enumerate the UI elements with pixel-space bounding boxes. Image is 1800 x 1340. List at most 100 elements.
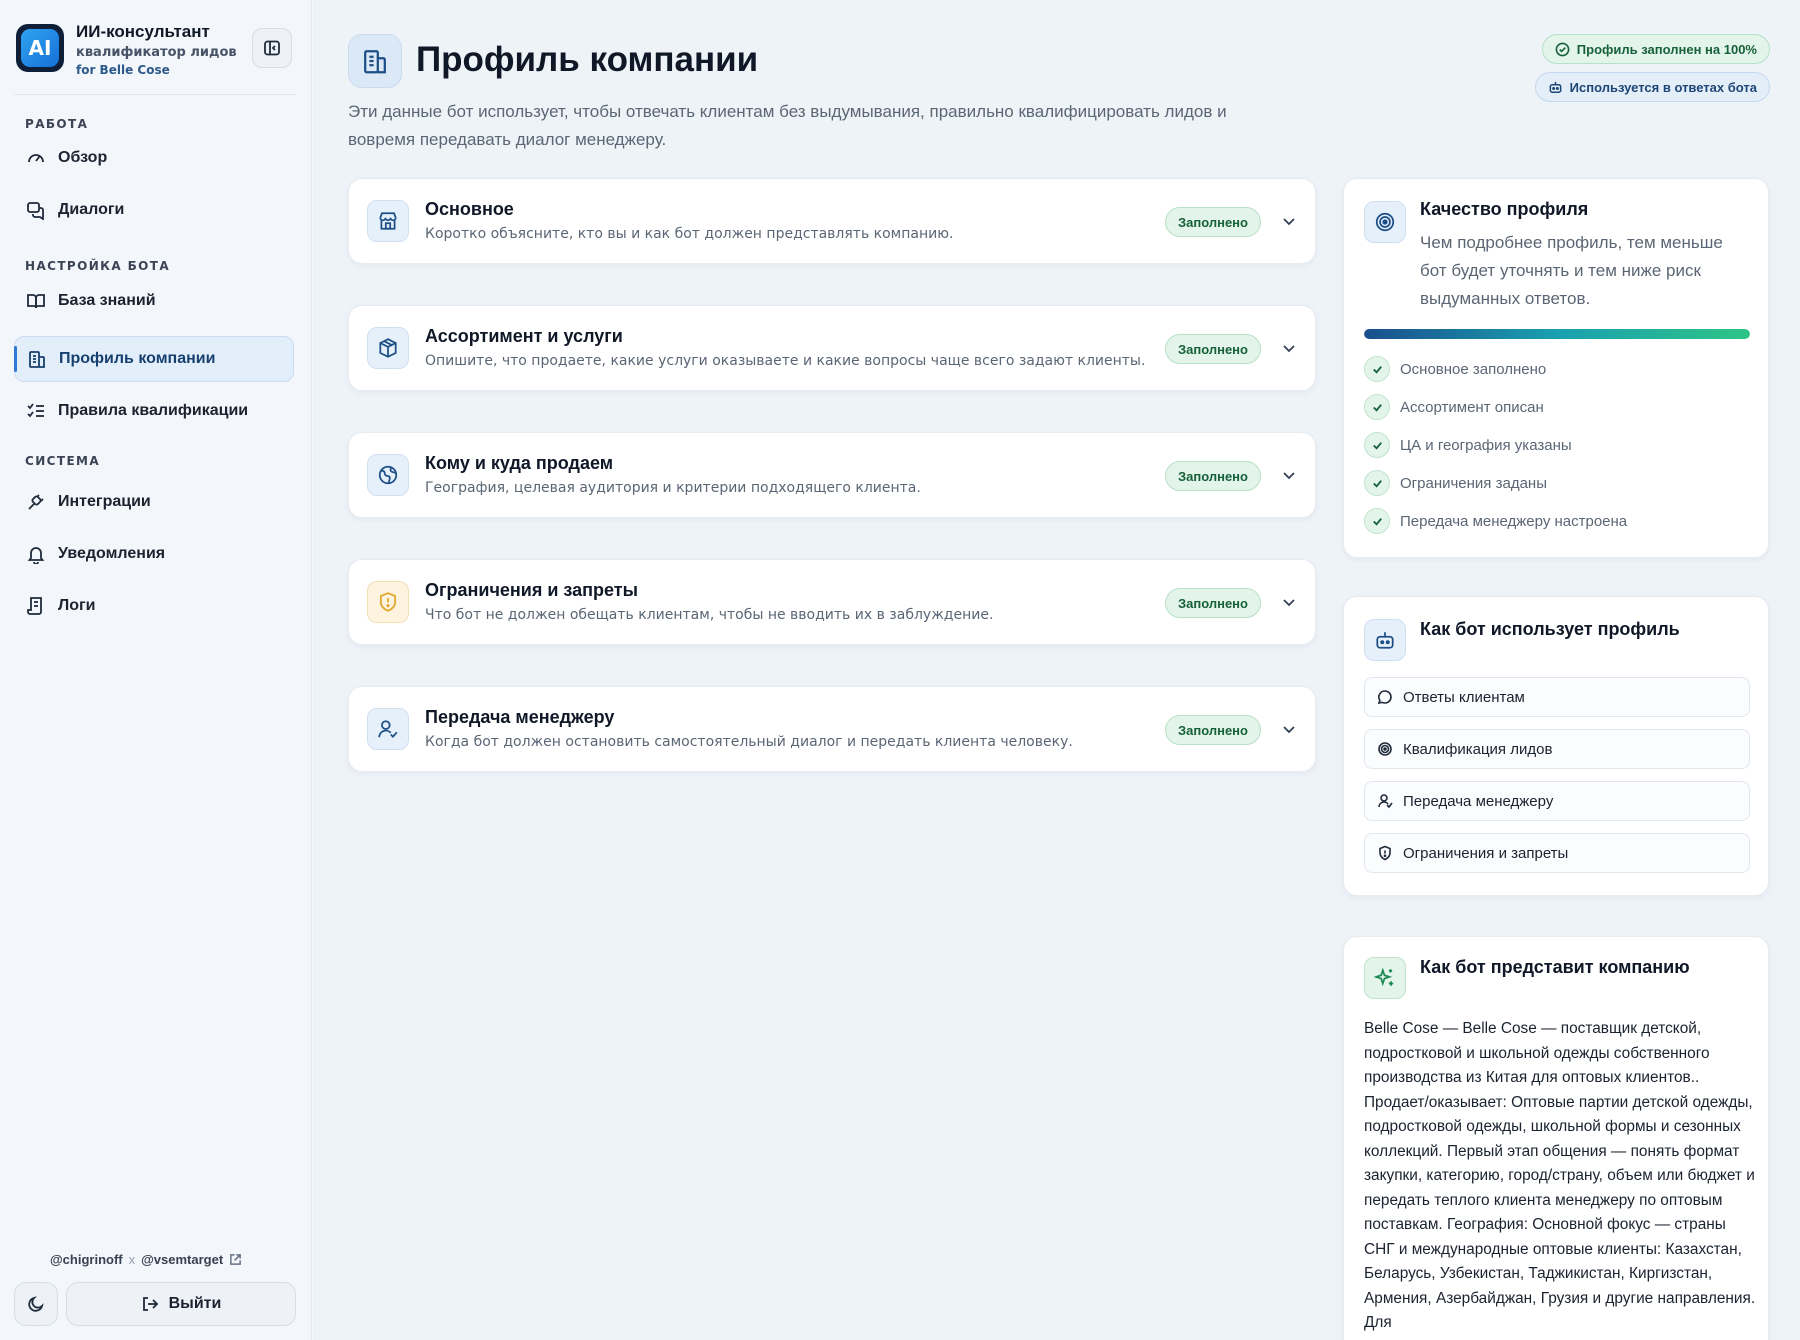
panel-icon-box <box>1364 201 1406 243</box>
check-label: Ассортимент описан <box>1400 398 1544 416</box>
section-title: Ограничения и запреты <box>425 580 638 600</box>
sidebar-item-overview[interactable]: Обзор <box>14 135 294 181</box>
chevron-down-icon[interactable] <box>1281 594 1297 610</box>
section-card-basic[interactable]: Основное Коротко объясните, кто вы и как… <box>348 178 1316 264</box>
sidebar-item-label: Интеграции <box>58 493 151 510</box>
theme-toggle-button[interactable] <box>14 1282 58 1326</box>
shield-icon <box>1379 845 1391 861</box>
building-icon <box>29 351 45 368</box>
user-check-icon <box>378 720 398 738</box>
sidebar-item-qualification-rules[interactable]: Правила квалификации <box>14 388 294 434</box>
sidebar-item-integrations[interactable]: Интеграции <box>14 479 294 525</box>
check-item: ЦА и география указаны <box>1364 431 1572 459</box>
external-link-icon[interactable] <box>229 1253 242 1266</box>
page-description: Эти данные бот использует, чтобы отвечат… <box>348 102 1227 149</box>
check-icon <box>1364 508 1390 534</box>
list-check-icon <box>27 403 44 418</box>
sidebar-item-company-profile[interactable]: Профиль компании <box>14 336 294 382</box>
section-description: Когда бот должен остановить самостоятель… <box>425 734 1073 750</box>
sidebar-item-logs[interactable]: Логи <box>14 583 294 629</box>
progress-fill <box>1364 329 1750 339</box>
usage-item: Ограничения и запреты <box>1364 833 1750 873</box>
profile-complete-badge: Профиль заполнен на 100% <box>1541 34 1770 64</box>
sidebar-item-label: Обзор <box>58 149 108 166</box>
bot-icon <box>1549 81 1562 93</box>
logo-text: AI <box>21 29 59 67</box>
box-icon <box>379 338 397 358</box>
sidebar-item-label: Профиль компании <box>59 350 216 367</box>
usage-item: Передача менеджеру <box>1364 781 1750 821</box>
profile-quality-panel: Качество профиля Чем подробнее профиль, … <box>1343 178 1769 558</box>
usage-label: Квалификация лидов <box>1403 740 1553 758</box>
panel-title: Как бот представит компанию <box>1420 957 1690 977</box>
credit-author[interactable]: @chigrinoff <box>50 1252 123 1267</box>
section-card-assortment[interactable]: Ассортимент и услуги Опишите, что продае… <box>348 305 1316 391</box>
check-label: Ограничения заданы <box>1400 474 1547 492</box>
chevron-down-icon[interactable] <box>1281 721 1297 737</box>
section-card-manager-handoff[interactable]: Передача менеджеру Когда бот должен оста… <box>348 686 1316 772</box>
section-card-restrictions[interactable]: Ограничения и запреты Что бот не должен … <box>348 559 1316 645</box>
badge-label: Профиль заполнен на 100% <box>1576 41 1757 57</box>
sidebar-toggle-icon <box>264 40 280 56</box>
status-badge: Заполнено <box>1165 334 1261 364</box>
app-subtitle: квалификатор лидов <box>76 45 237 60</box>
section-description: География, целевая аудитория и критерии … <box>425 480 921 496</box>
check-icon <box>1364 470 1390 496</box>
check-item: Передача менеджеру настроена <box>1364 507 1627 535</box>
sidebar-item-notifications[interactable]: Уведомления <box>14 531 294 577</box>
section-title: Основное <box>425 199 514 219</box>
target-icon <box>1375 212 1395 232</box>
store-icon <box>379 212 397 230</box>
section-description: Что бот не должен обещать клиентам, чтоб… <box>425 607 994 623</box>
sidebar-item-knowledge-base[interactable]: База знаний <box>14 278 294 324</box>
section-icon-box <box>367 581 409 623</box>
check-icon <box>1364 356 1390 382</box>
logout-label: Выйти <box>168 1295 222 1312</box>
section-title: Передача менеджеру <box>425 707 615 727</box>
book-icon <box>27 294 45 309</box>
section-icon-box <box>367 200 409 242</box>
check-icon <box>1364 432 1390 458</box>
section-label-work: РАБОТА <box>25 117 89 131</box>
target-icon <box>1378 742 1392 756</box>
section-icon-box <box>367 327 409 369</box>
gauge-icon <box>28 154 44 163</box>
usage-label: Ответы клиентам <box>1403 688 1525 706</box>
sidebar-divider <box>14 94 296 95</box>
used-in-bot-badge: Используется в ответах бота <box>1534 72 1770 102</box>
logout-button[interactable]: Выйти <box>66 1282 296 1326</box>
check-label: Основное заполнено <box>1400 360 1547 378</box>
section-description: Опишите, что продаете, какие услуги оказ… <box>425 353 1146 369</box>
sidebar-item-label: Диалоги <box>58 201 125 218</box>
check-circle-icon <box>1555 42 1570 56</box>
panel-title: Качество профиля <box>1420 199 1589 219</box>
status-badge: Заполнено <box>1165 461 1261 491</box>
usage-label: Передача менеджеру <box>1403 792 1554 810</box>
panel-title: Как бот использует профиль <box>1420 619 1680 639</box>
brand: AI ИИ-консультант квалификатор лидов for… <box>14 22 296 94</box>
check-item: Ограничения заданы <box>1364 469 1547 497</box>
bell-icon <box>27 547 45 564</box>
chevron-down-icon[interactable] <box>1281 467 1297 483</box>
sparkles-icon <box>1374 967 1394 987</box>
check-item: Основное заполнено <box>1364 355 1546 383</box>
usage-label: Ограничения и запреты <box>1403 844 1569 862</box>
credit-partner[interactable]: @vsemtarget <box>141 1252 223 1267</box>
collapse-sidebar-button[interactable] <box>252 28 292 68</box>
status-badge: Заполнено <box>1165 715 1261 745</box>
shield-warning-icon <box>379 592 397 612</box>
credits: @chigrinoff x @vsemtarget <box>50 1252 242 1267</box>
plug-icon <box>28 494 44 510</box>
user-icon <box>1378 794 1393 809</box>
panel-description: Чем подробнее профиль, тем меньше бот бу… <box>1420 233 1723 308</box>
logout-icon <box>142 1297 158 1311</box>
sidebar: AI ИИ-консультант квалификатор лидов for… <box>0 0 312 1340</box>
section-card-audience-geography[interactable]: Кому и куда продаем География, целевая а… <box>348 432 1316 518</box>
section-description: Коротко объясните, кто вы и как бот долж… <box>425 226 954 242</box>
chevron-down-icon[interactable] <box>1281 340 1297 356</box>
panel-icon-box <box>1364 957 1406 999</box>
app-title: ИИ-консультант <box>76 22 210 41</box>
sidebar-item-label: Правила квалификации <box>58 402 249 419</box>
chevron-down-icon[interactable] <box>1281 213 1297 229</box>
sidebar-item-dialogs[interactable]: Диалоги <box>14 187 294 233</box>
